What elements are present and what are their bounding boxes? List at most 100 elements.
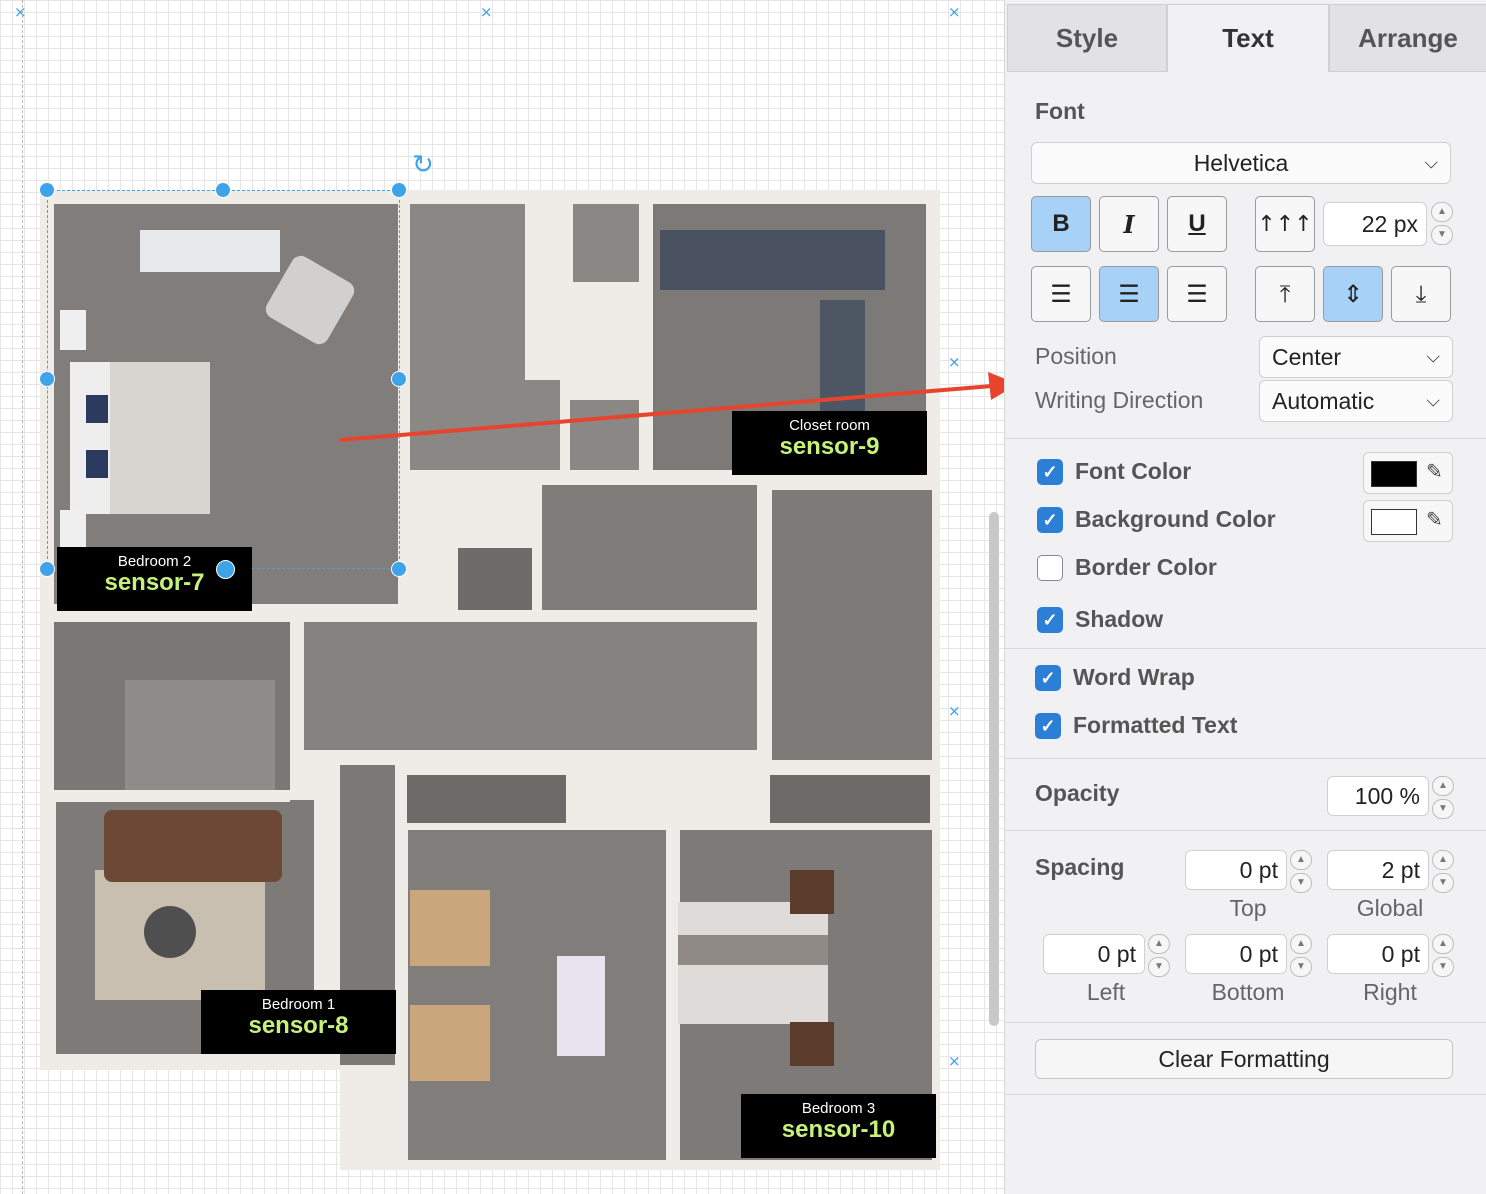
align-center-icon: ☰ [1118, 280, 1140, 308]
divider [1005, 1094, 1486, 1095]
spacing-right-stepper[interactable]: ▲ ▼ [1432, 934, 1454, 978]
chevron-down-icon: ⌵ [1426, 346, 1440, 367]
tab-arrange[interactable]: Arrange [1329, 4, 1486, 72]
word-wrap-checkbox[interactable]: ✓ [1035, 665, 1061, 691]
position-label: Position [1035, 343, 1117, 369]
spacing-bottom-stepper[interactable]: ▲ ▼ [1290, 934, 1312, 978]
clear-formatting-button[interactable]: Clear Formatting [1035, 1039, 1453, 1079]
sensor-label-bedroom-3[interactable]: Bedroom 3 sensor-10 [741, 1094, 936, 1158]
align-left-button[interactable]: ☰ [1031, 266, 1091, 322]
spacing-label: Spacing [1035, 854, 1125, 880]
italic-button[interactable]: I [1099, 196, 1159, 252]
spacing-top-label: Top [1229, 895, 1267, 921]
rotate-handle-icon[interactable]: ↻ [412, 151, 434, 179]
ottoman [144, 906, 196, 958]
underline-button[interactable]: U [1167, 196, 1227, 252]
stepper-up-icon[interactable]: ▲ [1431, 202, 1453, 222]
resize-handle[interactable] [39, 182, 55, 198]
writing-direction-select[interactable]: Automatic ⌵ [1259, 380, 1453, 422]
page-corner-marker-icon: × [948, 3, 961, 21]
divider [1005, 648, 1486, 649]
stepper-up-icon[interactable]: ▲ [1290, 850, 1312, 870]
eyedropper-icon[interactable]: ✎ [1426, 507, 1443, 532]
chevron-down-icon: ⌵ [1426, 390, 1440, 411]
background-color-picker[interactable]: ✎ [1363, 500, 1453, 542]
spacing-global-stepper[interactable]: ▲ ▼ [1432, 850, 1454, 894]
chevron-down-icon: ⌵ [1424, 152, 1438, 173]
font-section-title: Font [1035, 98, 1085, 124]
stepper-down-icon[interactable]: ▼ [1432, 957, 1454, 977]
sensor-label-closet-room[interactable]: Closet room sensor-9 [732, 411, 927, 475]
stepper-up-icon[interactable]: ▲ [1290, 934, 1312, 954]
divider [1005, 830, 1486, 831]
align-right-button[interactable]: ☰ [1167, 266, 1227, 322]
opacity-input[interactable]: 100 % [1327, 776, 1429, 816]
resize-handle[interactable] [391, 371, 407, 387]
font-color-swatch[interactable] [1371, 461, 1417, 487]
spacing-bottom-input[interactable]: 0 pt [1185, 934, 1287, 974]
stepper-down-icon[interactable]: ▼ [1431, 225, 1453, 245]
align-bottom-icon: ⤓ [1415, 280, 1427, 308]
resize-handle[interactable] [39, 371, 55, 387]
spacing-left-input[interactable]: 0 pt [1043, 934, 1145, 974]
tab-text[interactable]: Text [1167, 4, 1329, 72]
sensor-label-bedroom-1[interactable]: Bedroom 1 sensor-8 [201, 990, 396, 1054]
font-size-stepper[interactable]: ▲ ▼ [1431, 202, 1453, 246]
spacing-left-label: Left [1086, 979, 1126, 1005]
resize-handle[interactable] [391, 561, 407, 577]
background-color-swatch[interactable] [1371, 509, 1417, 535]
formatted-text-checkbox[interactable]: ✓ [1035, 713, 1061, 739]
stepper-down-icon[interactable]: ▼ [1290, 873, 1312, 893]
stepper-down-icon[interactable]: ▼ [1290, 957, 1312, 977]
format-tabs: Style Text Arrange [1005, 0, 1486, 72]
background-color-label: Background Color [1075, 506, 1276, 532]
stepper-down-icon[interactable]: ▼ [1432, 873, 1454, 893]
position-value: Center [1272, 343, 1342, 370]
tab-style[interactable]: Style [1007, 4, 1167, 72]
bold-button[interactable]: B [1031, 196, 1091, 252]
stepper-up-icon[interactable]: ▲ [1432, 934, 1454, 954]
border-color-label: Border Color [1075, 554, 1217, 580]
align-top-button[interactable]: ⤒ [1255, 266, 1315, 322]
shadow-checkbox[interactable]: ✓ [1037, 607, 1063, 633]
opacity-stepper[interactable]: ▲ ▼ [1432, 776, 1454, 820]
vertical-text-button[interactable]: ↑↑↑ [1255, 196, 1315, 252]
stepper-up-icon[interactable]: ▲ [1432, 776, 1454, 796]
border-color-checkbox[interactable] [1037, 555, 1063, 581]
spacing-global-input[interactable]: 2 pt [1327, 850, 1429, 890]
font-size-input[interactable]: 22 px [1323, 202, 1427, 246]
align-center-button[interactable]: ☰ [1099, 266, 1159, 322]
stepper-up-icon[interactable]: ▲ [1432, 850, 1454, 870]
bathroom-2-floor [542, 485, 757, 610]
spacing-left-stepper[interactable]: ▲ ▼ [1148, 934, 1170, 978]
align-bottom-button[interactable]: ⤓ [1391, 266, 1451, 322]
font-color-picker[interactable]: ✎ [1363, 452, 1453, 494]
spacing-top-input[interactable]: 0 pt [1185, 850, 1287, 890]
resize-handle[interactable] [215, 182, 231, 198]
resize-handle[interactable] [39, 561, 55, 577]
shadow-label: Shadow [1075, 606, 1164, 632]
eyedropper-icon[interactable]: ✎ [1426, 459, 1443, 484]
connection-point-handle[interactable] [216, 560, 235, 579]
spacing-right-input[interactable]: 0 pt [1327, 934, 1429, 974]
font-color-checkbox[interactable]: ✓ [1037, 459, 1063, 485]
resize-handle[interactable] [391, 182, 407, 198]
align-middle-icon: ⇕ [1342, 280, 1364, 308]
position-select[interactable]: Center ⌵ [1259, 336, 1453, 378]
spacing-right-label: Right [1363, 979, 1417, 1005]
stepper-up-icon[interactable]: ▲ [1148, 934, 1170, 954]
vertical-scrollbar[interactable] [989, 512, 999, 1026]
background-color-checkbox[interactable]: ✓ [1037, 507, 1063, 533]
sensor-id: sensor-10 [781, 1116, 896, 1143]
font-color-label: Font Color [1075, 458, 1192, 484]
stepper-down-icon[interactable]: ▼ [1148, 957, 1170, 977]
sofa [104, 810, 282, 882]
font-family-select[interactable]: Helvetica ⌵ [1031, 142, 1451, 184]
divider [1005, 758, 1486, 759]
align-middle-button[interactable]: ⇕ [1323, 266, 1383, 322]
sensor-label-bedroom-2[interactable]: Bedroom 2 sensor-7 [57, 547, 252, 611]
spacing-top-stepper[interactable]: ▲ ▼ [1290, 850, 1312, 894]
diagram-canvas[interactable]: × × × × × × ↻ Bedroom 2 sensor-7 Closet … [0, 0, 1004, 1194]
divider [1005, 438, 1486, 439]
stepper-down-icon[interactable]: ▼ [1432, 799, 1454, 819]
